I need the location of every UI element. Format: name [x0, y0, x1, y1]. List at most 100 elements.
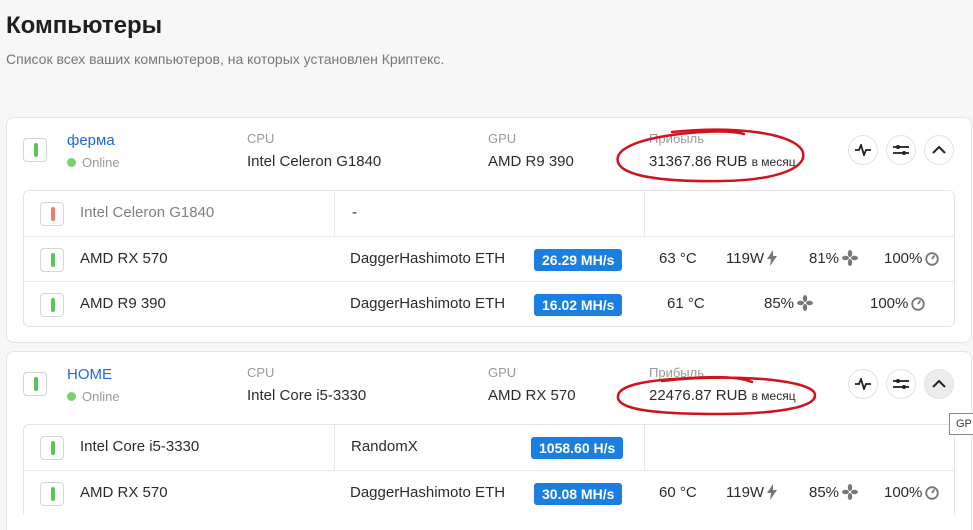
status-online: Online	[67, 155, 120, 170]
temperature: 60 °C	[659, 484, 697, 501]
computer-card: HOME Online CPU Intel Core i5-3330 GPU A…	[6, 351, 972, 530]
power-value: 119W	[726, 484, 765, 501]
device-name: Intel Core i5-3330	[80, 438, 200, 455]
fan-speed: 85%	[809, 484, 859, 501]
load: 100%	[870, 295, 926, 312]
device-list: Intel Celeron G1840 - AMD RX 570 DaggerH…	[23, 190, 955, 327]
activity-button[interactable]	[848, 369, 878, 399]
bolt-icon	[767, 484, 778, 500]
device-name: AMD R9 390	[80, 295, 166, 312]
device-row: AMD R9 390 DaggerHashimoto ETH 16.02 MH/…	[24, 281, 954, 326]
power: 119W	[726, 484, 778, 501]
device-row: Intel Celeron G1840 -	[24, 191, 954, 236]
cpu-value: Intel Celeron G1840	[247, 153, 382, 170]
gauge-icon	[911, 297, 926, 311]
sliders-icon	[893, 379, 909, 389]
gpu-label: GPU	[488, 131, 517, 146]
load: 100%	[884, 484, 940, 501]
divider	[334, 425, 335, 470]
sliders-icon	[893, 145, 909, 155]
activity-button[interactable]	[848, 135, 878, 165]
device-name: AMD RX 570	[80, 250, 168, 267]
fan-speed: 85%	[764, 295, 814, 312]
status-online: Online	[67, 389, 120, 404]
temperature: 63 °C	[659, 250, 697, 267]
device-row: AMD RX 570 DaggerHashimoto ETH 26.29 MH/…	[24, 236, 954, 281]
hashrate-badge: 16.02 MH/s	[534, 294, 623, 316]
collapse-button[interactable]	[924, 369, 954, 399]
profit-value: 22476.87 RUB в месяц	[649, 387, 796, 404]
algorithm: RandomX	[351, 438, 418, 455]
gpu-value: AMD R9 390	[488, 153, 574, 170]
fan-value: 85%	[764, 295, 795, 312]
settings-button[interactable]	[886, 369, 916, 399]
profit-amount: 31367.86 RUB	[649, 153, 748, 170]
device-name: Intel Celeron G1840	[80, 204, 215, 221]
status-text: Online	[82, 389, 120, 404]
profit-value: 31367.86 RUB в месяц	[649, 153, 796, 170]
chevron-up-icon	[932, 145, 946, 154]
load-value: 100%	[884, 250, 923, 267]
tooltip: GP	[949, 413, 973, 435]
fan-icon	[842, 250, 859, 266]
device-checkbox[interactable]	[40, 482, 64, 506]
divider	[644, 425, 645, 470]
device-checkbox[interactable]	[40, 436, 64, 460]
cpu-label: CPU	[247, 131, 275, 146]
computer-card-header: HOME Online CPU Intel Core i5-3330 GPU A…	[7, 352, 971, 424]
profit-label: Прибыль	[649, 365, 704, 380]
computer-select-checkbox[interactable]	[23, 138, 47, 162]
status-text: Online	[82, 155, 120, 170]
computer-name-link[interactable]: ферма	[67, 132, 115, 149]
divider	[334, 191, 335, 236]
load-value: 100%	[870, 295, 909, 312]
divider	[644, 191, 645, 236]
device-list: Intel Core i5-3330 RandomX 1058.60 H/s A…	[23, 424, 955, 515]
profit-unit: в месяц	[751, 155, 796, 169]
settings-button[interactable]	[886, 135, 916, 165]
cpu-value: Intel Core i5-3330	[247, 387, 367, 404]
collapse-button[interactable]	[924, 135, 954, 165]
activity-icon	[855, 144, 871, 156]
computer-card-header: ферма Online CPU Intel Celeron G1840 GPU…	[7, 118, 971, 190]
power: 119W	[726, 250, 778, 267]
status-dot-icon	[67, 158, 76, 167]
load: 100%	[884, 250, 940, 267]
gauge-icon	[925, 486, 940, 500]
fan-value: 85%	[809, 484, 840, 501]
status-dot-icon	[67, 392, 76, 401]
load-value: 100%	[884, 484, 923, 501]
device-row: Intel Core i5-3330 RandomX 1058.60 H/s	[24, 425, 954, 470]
hashrate-badge: 30.08 MH/s	[534, 483, 623, 505]
fan-icon	[842, 484, 859, 500]
fan-icon	[797, 295, 814, 311]
device-name: AMD RX 570	[80, 484, 168, 501]
fan-speed: 81%	[809, 250, 859, 267]
profit-amount: 22476.87 RUB	[649, 387, 748, 404]
cpu-label: CPU	[247, 365, 275, 380]
gpu-value: AMD RX 570	[488, 387, 576, 404]
temperature: 61 °C	[667, 295, 705, 312]
computer-select-checkbox[interactable]	[23, 372, 47, 396]
bolt-icon	[767, 250, 778, 266]
device-checkbox[interactable]	[40, 248, 64, 272]
algorithm: DaggerHashimoto ETH	[350, 295, 506, 312]
chevron-up-icon	[932, 379, 946, 388]
gpu-label: GPU	[488, 365, 517, 380]
fan-value: 81%	[809, 250, 840, 267]
algorithm: DaggerHashimoto ETH	[350, 484, 506, 501]
device-row: AMD RX 570 DaggerHashimoto ETH 30.08 MH/…	[24, 470, 954, 515]
profit-label: Прибыль	[649, 131, 704, 146]
page-title: Компьютеры	[6, 12, 163, 39]
algorithm: DaggerHashimoto ETH	[350, 250, 506, 267]
device-checkbox[interactable]	[40, 202, 64, 226]
computer-card: ферма Online CPU Intel Celeron G1840 GPU…	[6, 117, 972, 343]
activity-icon	[855, 378, 871, 390]
hashrate-badge: 26.29 MH/s	[534, 249, 623, 271]
device-checkbox[interactable]	[40, 293, 64, 317]
computer-name-link[interactable]: HOME	[67, 366, 112, 383]
hashrate-badge: 1058.60 H/s	[531, 437, 624, 459]
power-value: 119W	[726, 250, 765, 267]
profit-unit: в месяц	[751, 389, 796, 403]
algorithm: -	[352, 204, 357, 221]
